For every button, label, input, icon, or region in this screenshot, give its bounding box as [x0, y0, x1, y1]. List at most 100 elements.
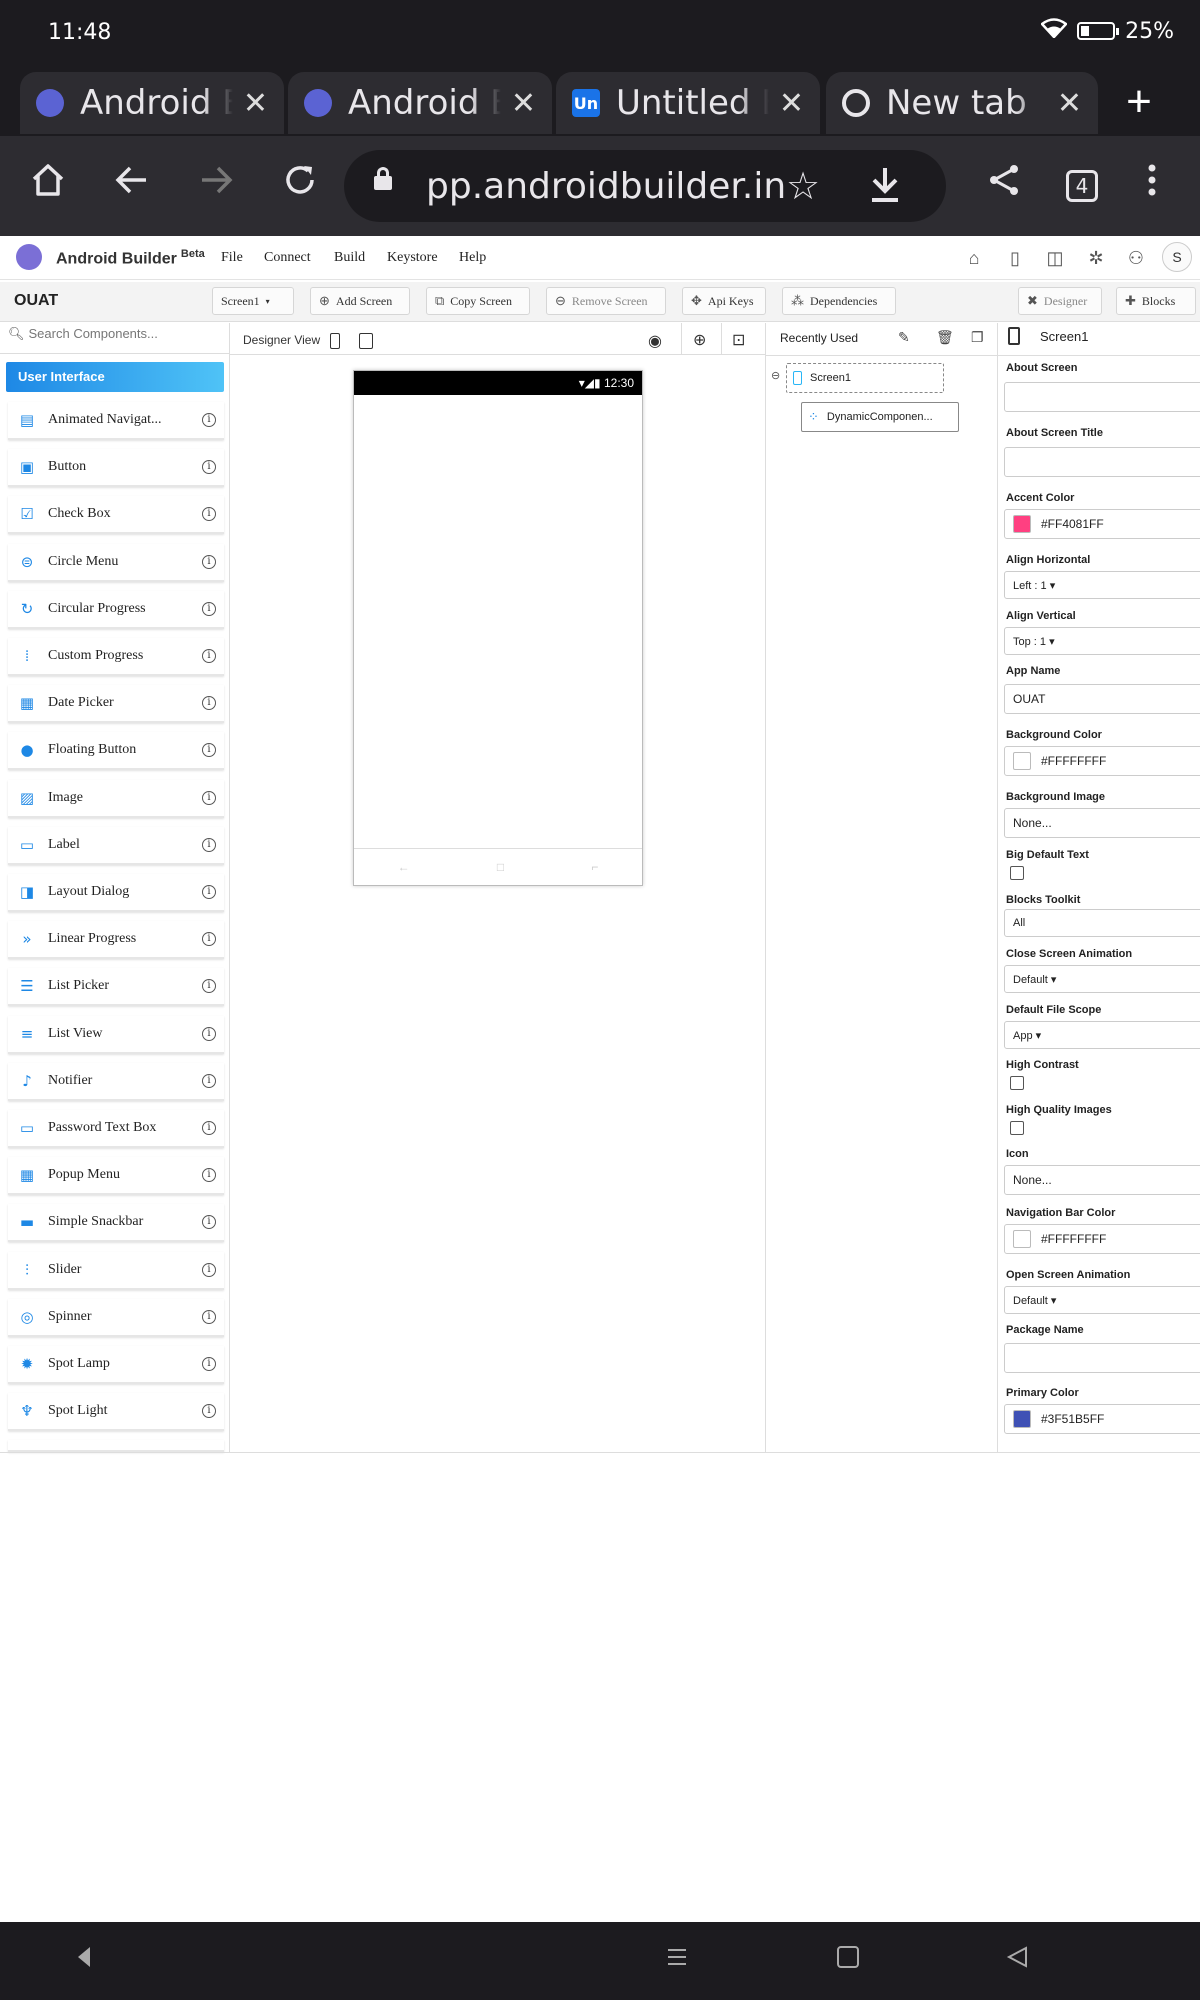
- download-icon[interactable]: [868, 166, 902, 209]
- category-user-interface[interactable]: User Interface: [6, 362, 224, 392]
- info-icon[interactable]: i: [202, 649, 216, 663]
- info-icon[interactable]: i: [202, 1309, 216, 1324]
- component-item[interactable]: ▣ Button i: [8, 449, 224, 488]
- browser-tab-4[interactable]: New tab ✕: [826, 72, 1098, 134]
- info-icon[interactable]: i: [202, 507, 216, 522]
- component-item[interactable]: ☰ List Picker i: [8, 968, 224, 1007]
- menu-file[interactable]: File: [221, 250, 243, 266]
- home-icon[interactable]: ⌂: [963, 248, 985, 268]
- menu-build[interactable]: Build: [334, 250, 365, 266]
- api-keys-button[interactable]: ✥ Api Keys: [682, 287, 766, 315]
- info-icon[interactable]: i: [202, 1404, 216, 1419]
- about-screen-title-field[interactable]: [1004, 447, 1200, 477]
- info-icon[interactable]: i: [202, 979, 216, 994]
- nav-home-square-icon[interactable]: [836, 1946, 860, 1973]
- dependencies-button[interactable]: ⁂ Dependencies: [782, 287, 896, 315]
- package-name-field[interactable]: [1004, 1343, 1200, 1373]
- nav-back-triangle-icon[interactable]: [76, 1946, 92, 1973]
- component-item[interactable]: ▨ Image i: [8, 779, 224, 818]
- info-icon[interactable]: i: [202, 1357, 216, 1371]
- component-item[interactable]: ▦ Popup Menu i: [8, 1157, 224, 1196]
- book-icon[interactable]: ◫: [1044, 248, 1066, 268]
- blocks-button[interactable]: ✚ Blocks: [1116, 287, 1196, 315]
- menu-connect[interactable]: Connect: [264, 250, 311, 266]
- info-icon[interactable]: i: [202, 885, 216, 899]
- background-image-select[interactable]: None...: [1004, 808, 1200, 838]
- component-item[interactable]: ✹ Spot Lamp i: [8, 1346, 224, 1384]
- phone-icon[interactable]: ▯: [1004, 248, 1026, 268]
- screen-select[interactable]: Screen1 ▾: [212, 287, 294, 315]
- component-item[interactable]: ≡ List View i: [8, 1015, 224, 1054]
- primary-color-field[interactable]: #3F51B5FF: [1004, 1404, 1200, 1434]
- component-item[interactable]: [8, 1440, 224, 1452]
- component-item[interactable]: ▦ Date Picker i: [8, 685, 224, 724]
- remove-screen-button[interactable]: ⊖ Remove Screen: [546, 287, 666, 315]
- tree-node-dynamic-component[interactable]: ⁘ DynamicComponen...: [801, 402, 959, 432]
- component-item[interactable]: ☑ Check Box i: [8, 496, 224, 535]
- star-icon[interactable]: ☆: [786, 164, 820, 209]
- align-vertical-select[interactable]: Top : 1 ▾: [1004, 627, 1200, 655]
- designer-button[interactable]: ✖ Designer: [1018, 287, 1102, 315]
- zoom-in-icon[interactable]: ⊕: [693, 330, 706, 350]
- users-icon[interactable]: ⚇: [1125, 248, 1147, 268]
- browser-tab-3[interactable]: Un Untitled Board ✕: [556, 72, 820, 134]
- trash-icon[interactable]: 🗑︎: [936, 329, 954, 346]
- info-icon[interactable]: i: [202, 1168, 216, 1183]
- component-item[interactable]: ♆ Spot Light i: [8, 1393, 224, 1432]
- component-item[interactable]: ● Floating Button i: [8, 732, 224, 771]
- browser-tab-1[interactable]: Android Builder ✕: [20, 72, 284, 134]
- component-item[interactable]: ▭ Label i: [8, 826, 224, 865]
- close-icon[interactable]: ✕: [511, 86, 536, 121]
- search-input[interactable]: Search Components...: [29, 326, 158, 341]
- nav-back-outline-icon[interactable]: [1006, 1946, 1028, 1973]
- info-icon[interactable]: i: [202, 743, 216, 758]
- close-screen-animation-select[interactable]: Default ▾: [1004, 965, 1200, 993]
- info-icon[interactable]: i: [202, 1026, 216, 1041]
- icon-select[interactable]: None...: [1004, 1165, 1200, 1195]
- big-default-text-checkbox[interactable]: [1010, 866, 1024, 880]
- phone-preview[interactable]: [353, 370, 643, 886]
- eye-icon[interactable]: ◉: [648, 331, 662, 351]
- tablet-size-icon[interactable]: [358, 333, 373, 349]
- component-item[interactable]: ◎ Spinner i: [8, 1298, 224, 1337]
- info-icon[interactable]: i: [202, 1215, 216, 1230]
- about-screen-field[interactable]: [1004, 382, 1200, 412]
- component-item[interactable]: ⦙ Custom Progress i: [8, 638, 224, 676]
- info-icon[interactable]: i: [202, 554, 216, 569]
- open-screen-animation-select[interactable]: Default ▾: [1004, 1286, 1200, 1314]
- tree-node-screen1[interactable]: Screen1: [786, 363, 944, 393]
- share-button[interactable]: [980, 162, 1028, 210]
- info-icon[interactable]: i: [202, 601, 216, 616]
- tab-switcher-button[interactable]: 4: [1066, 170, 1098, 202]
- address-bar[interactable]: pp.androidbuilder.in ☆: [344, 150, 946, 222]
- browser-tab-2[interactable]: Android Builder ✕: [288, 72, 552, 134]
- copy-screen-button[interactable]: ⧉ Copy Screen: [426, 287, 530, 315]
- info-icon[interactable]: i: [202, 932, 216, 947]
- save-icon[interactable]: ⊡: [732, 330, 745, 350]
- component-item[interactable]: ◨ Layout Dialog i: [8, 874, 224, 912]
- more-menu-button[interactable]: [1128, 162, 1176, 210]
- menu-help[interactable]: Help: [459, 250, 486, 266]
- new-tab-button[interactable]: +: [1118, 80, 1160, 124]
- info-icon[interactable]: i: [202, 1262, 216, 1277]
- back-button[interactable]: [108, 162, 156, 210]
- close-icon[interactable]: ✕: [779, 86, 804, 121]
- component-item[interactable]: » Linear Progress i: [8, 921, 224, 960]
- component-item[interactable]: ♪ Notifier i: [8, 1062, 224, 1101]
- info-icon[interactable]: i: [202, 837, 216, 852]
- close-icon[interactable]: ✕: [243, 86, 268, 121]
- component-item[interactable]: ↻ Circular Progress i: [8, 590, 224, 629]
- blocks-toolkit-select[interactable]: All: [1004, 909, 1200, 937]
- search-components[interactable]: 🔍︎ Search Components...: [8, 326, 224, 346]
- forward-button[interactable]: [192, 162, 240, 210]
- close-icon[interactable]: ✕: [1057, 86, 1082, 121]
- collapse-icon[interactable]: ⊖: [771, 369, 780, 382]
- default-file-scope-select[interactable]: App ▾: [1004, 1021, 1200, 1049]
- background-color-field[interactable]: #FFFFFFFF: [1004, 746, 1200, 776]
- phone-size-icon[interactable]: [329, 333, 340, 349]
- home-button[interactable]: [24, 162, 72, 210]
- high-contrast-checkbox[interactable]: [1010, 1076, 1024, 1090]
- high-quality-images-checkbox[interactable]: [1010, 1121, 1024, 1135]
- component-item[interactable]: ▤ Animated Navigat... i: [8, 402, 224, 440]
- component-item[interactable]: ▭ Password Text Box i: [8, 1110, 224, 1148]
